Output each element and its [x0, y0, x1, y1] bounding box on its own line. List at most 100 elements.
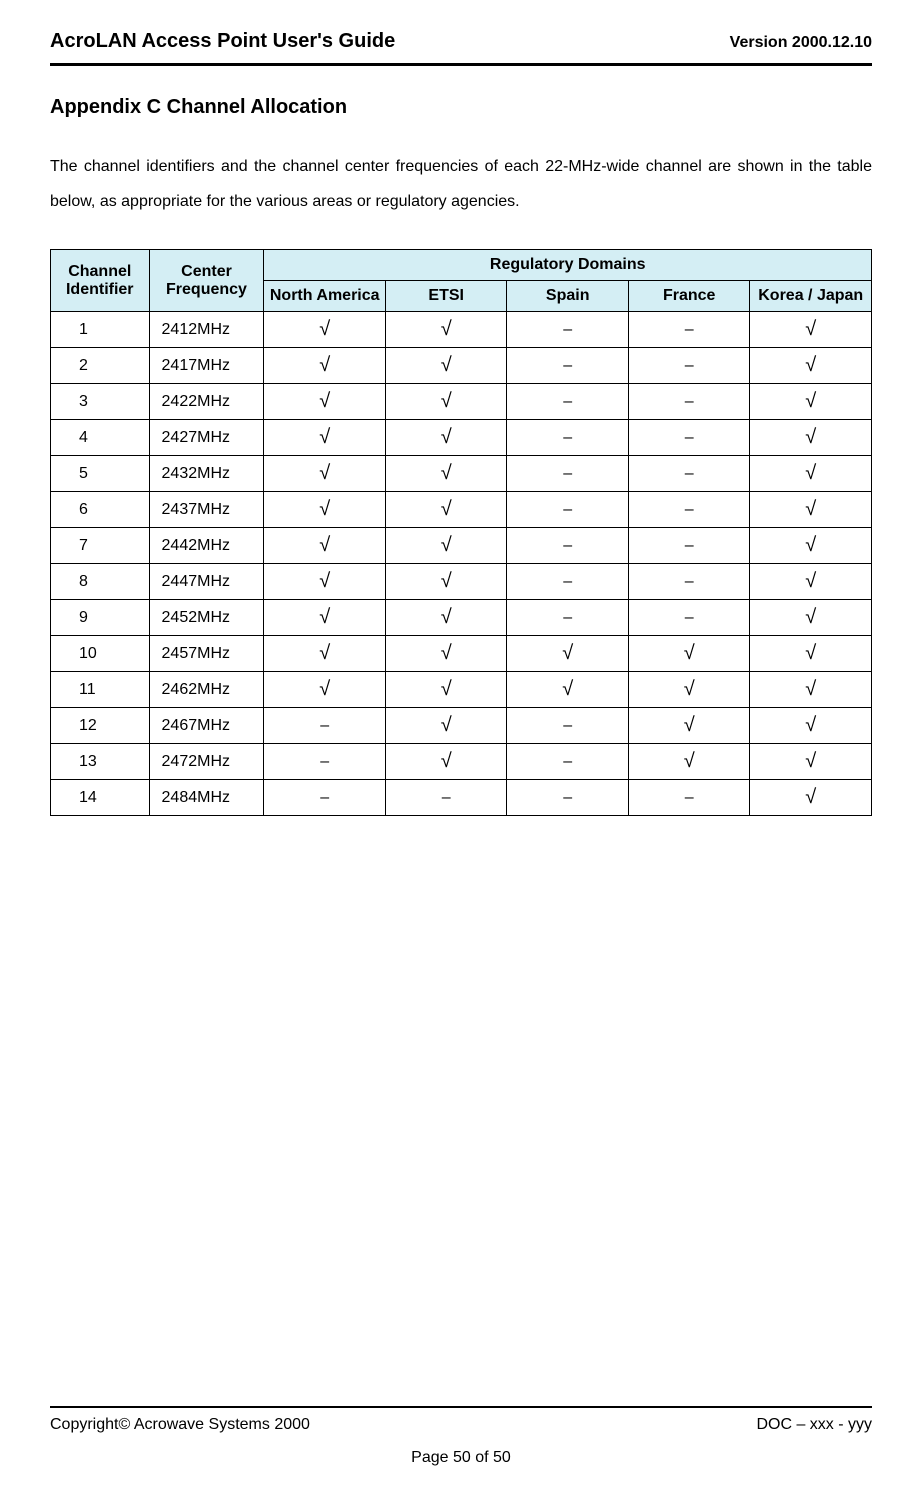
header-etsi: ETSI — [385, 281, 507, 312]
domain-cell: √ — [750, 780, 872, 816]
domain-cell: – — [628, 564, 750, 600]
table-row: 12412MHz√√––√ — [51, 312, 872, 348]
domain-cell: √ — [264, 348, 386, 384]
domain-cell: √ — [385, 672, 507, 708]
domain-cell: √ — [385, 528, 507, 564]
domain-cell: √ — [750, 528, 872, 564]
domain-cell: – — [507, 384, 629, 420]
header-domains: Regulatory Domains — [264, 250, 872, 281]
domain-cell: √ — [750, 708, 872, 744]
domain-cell: – — [264, 708, 386, 744]
channel-id-cell: 14 — [51, 780, 150, 816]
domain-cell: – — [264, 744, 386, 780]
frequency-cell: 2432MHz — [149, 456, 264, 492]
domain-cell: √ — [264, 636, 386, 672]
copyright-text: Copyright© Acrowave Systems 2000 — [50, 1416, 310, 1434]
section-title: Appendix C Channel Allocation — [50, 96, 872, 119]
domain-cell: √ — [385, 312, 507, 348]
table-row: 122467MHz–√–√√ — [51, 708, 872, 744]
domain-cell: – — [628, 456, 750, 492]
domain-cell: √ — [628, 636, 750, 672]
table-row: 52432MHz√√––√ — [51, 456, 872, 492]
domain-cell: – — [507, 420, 629, 456]
intro-paragraph: The channel identifiers and the channel … — [50, 149, 872, 219]
domain-cell: – — [507, 780, 629, 816]
domain-cell: √ — [628, 744, 750, 780]
channel-id-cell: 4 — [51, 420, 150, 456]
domain-cell: – — [628, 600, 750, 636]
channel-id-cell: 8 — [51, 564, 150, 600]
channel-id-cell: 5 — [51, 456, 150, 492]
domain-cell: √ — [750, 672, 872, 708]
domain-cell: – — [628, 384, 750, 420]
domain-cell: – — [507, 600, 629, 636]
frequency-cell: 2462MHz — [149, 672, 264, 708]
domain-cell: √ — [750, 420, 872, 456]
domain-cell: – — [628, 492, 750, 528]
channel-allocation-table: Channel Identifier Center Frequency Regu… — [50, 249, 872, 816]
domain-cell: √ — [628, 672, 750, 708]
domain-cell: – — [507, 744, 629, 780]
domain-cell: – — [507, 348, 629, 384]
domain-cell: √ — [264, 456, 386, 492]
page-number: Page 50 of 50 — [50, 1449, 872, 1467]
domain-cell: √ — [264, 600, 386, 636]
domain-cell: √ — [385, 708, 507, 744]
domain-cell: √ — [385, 600, 507, 636]
domain-cell: √ — [264, 420, 386, 456]
header-france: France — [628, 281, 750, 312]
domain-cell: – — [507, 708, 629, 744]
domain-cell: – — [507, 456, 629, 492]
table-row: 42427MHz√√––√ — [51, 420, 872, 456]
domain-cell: – — [507, 528, 629, 564]
channel-id-cell: 12 — [51, 708, 150, 744]
domain-cell: √ — [385, 492, 507, 528]
frequency-cell: 2417MHz — [149, 348, 264, 384]
frequency-cell: 2457MHz — [149, 636, 264, 672]
domain-cell: √ — [264, 312, 386, 348]
domain-cell: – — [628, 420, 750, 456]
frequency-cell: 2442MHz — [149, 528, 264, 564]
domain-cell: – — [507, 312, 629, 348]
domain-cell: √ — [385, 744, 507, 780]
channel-id-cell: 13 — [51, 744, 150, 780]
page-header: AcroLAN Access Point User's Guide Versio… — [50, 30, 872, 66]
frequency-cell: 2472MHz — [149, 744, 264, 780]
table-row: 102457MHz√√√√√ — [51, 636, 872, 672]
table-row: 32422MHz√√––√ — [51, 384, 872, 420]
channel-id-cell: 9 — [51, 600, 150, 636]
table-row: 82447MHz√√––√ — [51, 564, 872, 600]
domain-cell: √ — [507, 672, 629, 708]
domain-cell: – — [507, 492, 629, 528]
table-row: 22417MHz√√––√ — [51, 348, 872, 384]
domain-cell: √ — [750, 600, 872, 636]
domain-cell: – — [628, 312, 750, 348]
channel-id-cell: 1 — [51, 312, 150, 348]
domain-cell: √ — [385, 348, 507, 384]
frequency-cell: 2467MHz — [149, 708, 264, 744]
page-footer: Copyright© Acrowave Systems 2000 DOC – x… — [50, 1406, 872, 1467]
domain-cell: – — [264, 780, 386, 816]
domain-cell: √ — [750, 744, 872, 780]
frequency-cell: 2452MHz — [149, 600, 264, 636]
table-row: 92452MHz√√––√ — [51, 600, 872, 636]
domain-cell: – — [507, 564, 629, 600]
domain-cell: √ — [264, 528, 386, 564]
header-channel: Channel Identifier — [51, 250, 150, 312]
header-spain: Spain — [507, 281, 629, 312]
domain-cell: √ — [264, 564, 386, 600]
domain-cell: √ — [264, 492, 386, 528]
domain-cell: – — [628, 780, 750, 816]
domain-cell: √ — [264, 384, 386, 420]
domain-cell: √ — [750, 492, 872, 528]
channel-id-cell: 3 — [51, 384, 150, 420]
table-row: 132472MHz–√–√√ — [51, 744, 872, 780]
domain-cell: – — [385, 780, 507, 816]
domain-cell: √ — [750, 312, 872, 348]
domain-cell: √ — [750, 384, 872, 420]
header-north-america: North America — [264, 281, 386, 312]
domain-cell: √ — [750, 456, 872, 492]
doc-version: Version 2000.12.10 — [730, 34, 872, 52]
domain-cell: √ — [628, 708, 750, 744]
table-row: 72442MHz√√––√ — [51, 528, 872, 564]
